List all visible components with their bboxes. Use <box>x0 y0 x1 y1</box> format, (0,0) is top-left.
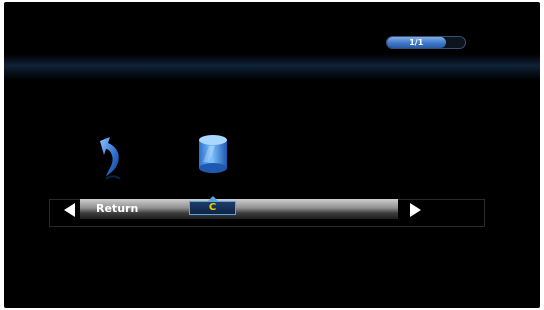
scroll-left-arrow-icon[interactable] <box>64 203 75 217</box>
return-label[interactable]: Return <box>96 202 138 216</box>
page-indicator-text: 1/1 <box>409 38 424 47</box>
page-indicator: 1/1 <box>386 36 466 49</box>
return-arrow-icon[interactable] <box>94 135 130 183</box>
drive-icon[interactable] <box>195 132 231 180</box>
drive-c-label[interactable]: C <box>189 201 236 215</box>
header-glow <box>4 54 540 80</box>
scroll-right-arrow-icon[interactable] <box>410 203 421 217</box>
tv-screen: 1/1 <box>4 2 540 308</box>
